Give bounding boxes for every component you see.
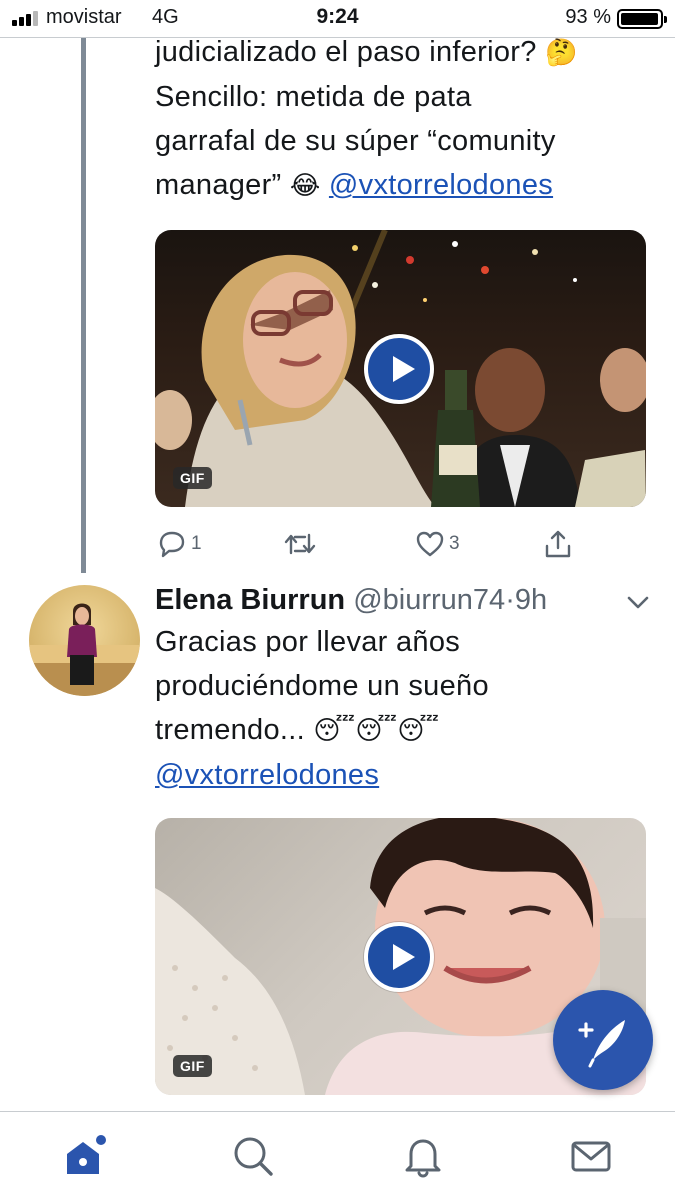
bottom-tab-bar [0, 1111, 675, 1200]
tweet-time[interactable]: 9h [515, 584, 547, 616]
tab-home[interactable] [61, 1132, 109, 1180]
reply-icon [159, 531, 185, 558]
sleeping-emoji: 😴😴😴 [313, 716, 440, 746]
compose-icon [578, 1020, 625, 1068]
separator-dot: · [505, 584, 515, 616]
play-icon [393, 944, 415, 970]
tweet-text-line: judicializado el paso inferior? [155, 36, 537, 68]
laughing-emoji: 😂 [289, 171, 321, 201]
gif-badge: GIF [173, 1055, 212, 1077]
thinking-emoji: 🤔 [545, 38, 578, 68]
tweet-header: Elena Biurrun @biurrun74·9h [155, 580, 547, 620]
battery-icon [617, 9, 667, 29]
bell-icon [405, 1139, 441, 1178]
avatar-photo [29, 603, 140, 696]
tab-messages[interactable] [567, 1132, 615, 1180]
tweet-text-line: tremendo... [155, 714, 305, 746]
tab-search[interactable] [229, 1132, 277, 1180]
play-icon [393, 356, 415, 382]
tweet-text-line: manager” [155, 169, 282, 201]
tweet-text-line: garrafal de su súper “comunity [155, 125, 556, 157]
mail-icon [571, 1141, 611, 1172]
play-button[interactable] [364, 334, 434, 404]
tweet-text-line: Sencillo: metida de pata [155, 81, 472, 113]
search-icon [234, 1137, 273, 1176]
retweet-icon [284, 533, 316, 555]
user-handle[interactable]: @biurrun74 [353, 584, 505, 616]
mention-link[interactable]: @vxtorrelodones [329, 169, 553, 201]
share-button[interactable] [543, 524, 573, 564]
like-icon [416, 531, 444, 557]
reply-count: 1 [191, 533, 202, 554]
tweet-text: Gracias por llevar años produciéndome un… [155, 620, 655, 797]
play-button[interactable] [364, 922, 434, 992]
home-icon [67, 1135, 106, 1174]
like-button[interactable]: 3 [415, 524, 460, 564]
avatar[interactable] [29, 585, 140, 696]
gif-badge: GIF [173, 467, 212, 489]
tweet-text-line: Gracias por llevar años [155, 626, 461, 658]
chevron-down-icon[interactable] [624, 588, 652, 616]
tweet-text-line: produciéndome un sueño [155, 670, 489, 702]
share-icon [545, 530, 571, 558]
display-name[interactable]: Elena Biurrun [155, 584, 345, 616]
tweet-actions: 1 3 [155, 524, 585, 564]
like-count: 3 [449, 533, 460, 554]
gif-media[interactable]: GIF [155, 230, 646, 507]
battery-percentage: 93 % [565, 6, 611, 28]
compose-tweet-button[interactable] [553, 990, 653, 1090]
thread-connector-line [81, 38, 86, 573]
tweet-text: judicializado el paso inferior? 🤔 Sencil… [155, 30, 655, 208]
tab-notifications[interactable] [399, 1132, 447, 1180]
reply-button[interactable]: 1 [157, 524, 202, 564]
mention-link[interactable]: @vxtorrelodones [155, 759, 379, 791]
retweet-button[interactable] [283, 524, 317, 564]
